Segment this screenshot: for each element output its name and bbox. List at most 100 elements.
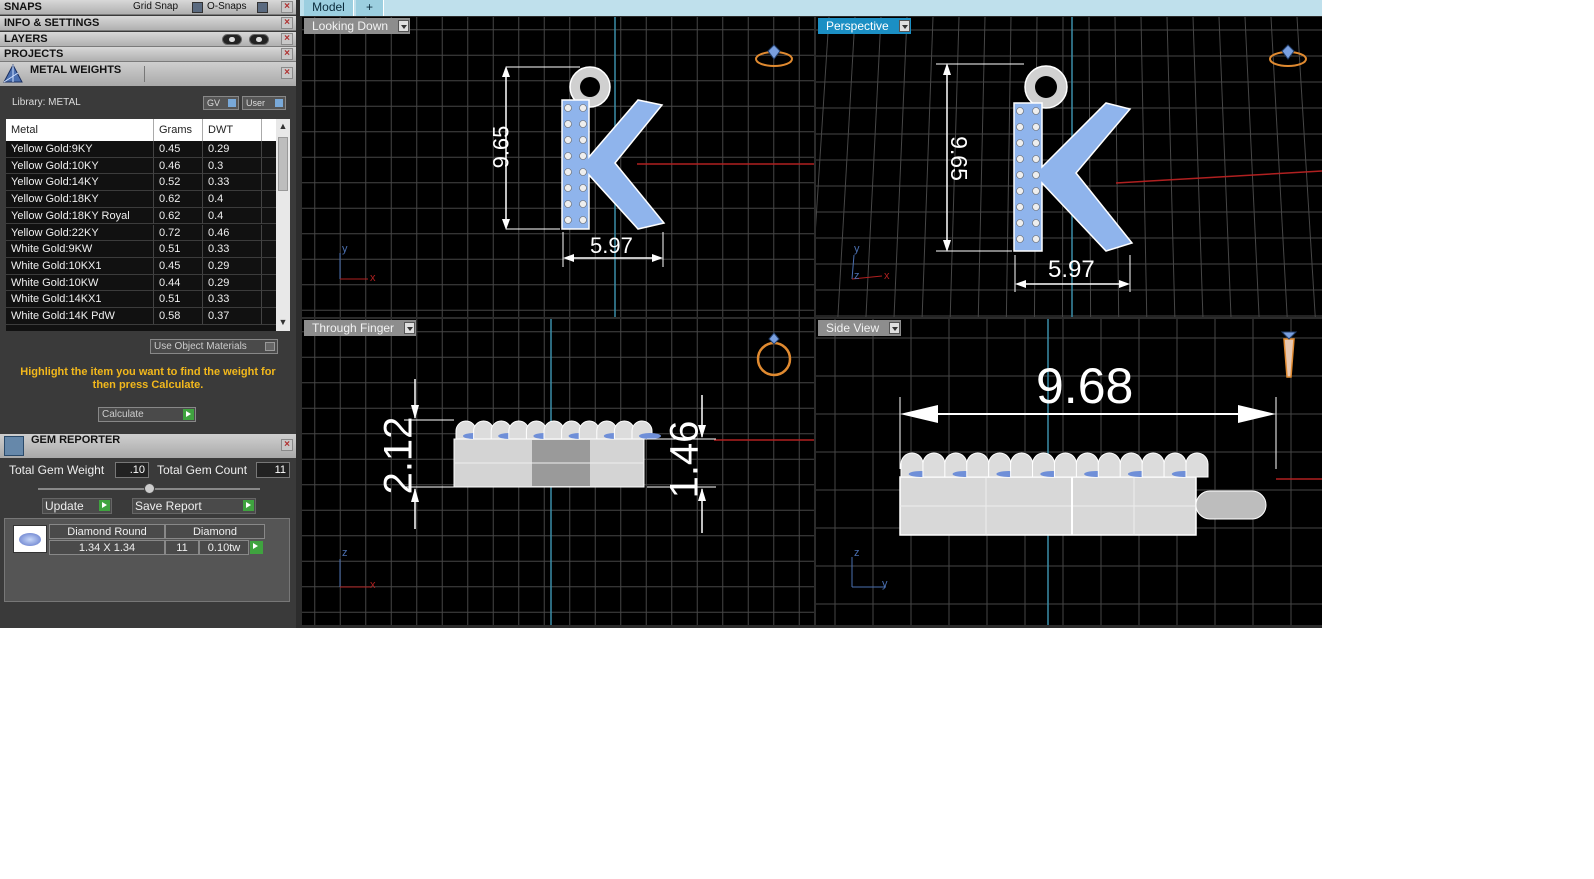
cell-metal: Yellow Gold:14KY: [6, 174, 154, 191]
user-label: User: [246, 98, 266, 108]
viewport-label[interactable]: Side View: [818, 320, 902, 336]
tab-model[interactable]: Model: [304, 0, 354, 16]
table-row[interactable]: Yellow Gold:10KY 0.46 0.3: [6, 157, 276, 175]
cell-grams: 0.62: [154, 207, 203, 224]
cell-grams: 0.62: [154, 191, 203, 208]
save-report-button[interactable]: Save Report: [132, 498, 256, 514]
cell-metal: White Gold:14K PdW: [6, 308, 154, 324]
metal-weights-body: Library: METAL GV User Metal Grams DWT Y…: [0, 86, 296, 434]
scroll-up-icon[interactable]: ▲: [278, 121, 288, 133]
close-icon[interactable]: ×: [281, 48, 293, 60]
projects-title: PROJECTS: [4, 48, 64, 60]
cell-dwt: 0.4: [203, 191, 262, 208]
dimension-height: 9.65: [488, 125, 514, 169]
calculate-label: Calculate: [102, 409, 144, 420]
cell-metal: White Gold:10KW: [6, 274, 154, 291]
table-row[interactable]: Yellow Gold:22KY 0.72 0.46: [6, 224, 276, 242]
axis-label-v: z: [342, 547, 348, 559]
table-row[interactable]: White Gold:9KW 0.51 0.33: [6, 241, 276, 258]
grid-snap-toggle[interactable]: [192, 2, 203, 13]
chevron-down-icon[interactable]: [889, 322, 901, 334]
dimension-length: 9.68: [1036, 358, 1134, 414]
eye-icon[interactable]: [249, 34, 269, 45]
eye-closed-icon[interactable]: [222, 34, 242, 45]
snaps-header[interactable]: SNAPS Grid Snap O-Snaps ×: [0, 0, 296, 15]
cell-dwt: 0.33: [203, 241, 262, 258]
gem-slider[interactable]: [38, 483, 260, 494]
gem-list-item[interactable]: Diamond Round Diamond 1.34 X 1.34 11 0.1…: [4, 518, 290, 602]
table-row[interactable]: White Gold:10KX1 0.45 0.29: [6, 257, 276, 275]
scroll-down-icon[interactable]: ▼: [278, 317, 288, 329]
update-button[interactable]: Update: [42, 498, 112, 514]
close-icon[interactable]: ×: [281, 1, 293, 13]
instruction-text: Highlight the item you want to find the …: [20, 366, 276, 391]
cell-dwt: 0.37: [203, 308, 262, 324]
user-toggle[interactable]: User: [242, 96, 286, 110]
grid-snap-label[interactable]: Grid Snap: [133, 0, 178, 14]
add-tab-button[interactable]: +: [356, 0, 384, 16]
chevron-down-icon[interactable]: [398, 20, 410, 32]
viewport-side-view[interactable]: Side View 9.68 z y: [816, 319, 1322, 625]
gv-toggle[interactable]: GV: [203, 96, 239, 110]
viewport-label-active[interactable]: Perspective: [818, 18, 911, 34]
column-header-metal[interactable]: Metal: [6, 119, 154, 141]
calculate-button[interactable]: Calculate: [98, 407, 196, 422]
gem-type: Diamond: [165, 524, 265, 539]
viewport-title: Side View: [826, 321, 880, 335]
close-icon[interactable]: ×: [281, 67, 293, 79]
axis-label-h: y: [882, 578, 888, 590]
cell-dwt: 0.33: [203, 174, 262, 191]
info-settings-header[interactable]: INFO & SETTINGS ×: [0, 16, 296, 31]
column-header-grams[interactable]: Grams: [154, 119, 203, 141]
o-snaps-toggle[interactable]: [257, 2, 268, 13]
column-header-dwt[interactable]: DWT: [203, 119, 262, 141]
info-icon: [228, 99, 236, 107]
layers-header[interactable]: LAYERS ×: [0, 32, 296, 47]
o-snaps-label[interactable]: O-Snaps: [207, 0, 246, 14]
metal-table[interactable]: Metal Grams DWT Yellow Gold:9KY 0.45 0.29 Y…: [6, 119, 290, 331]
prong-row: [455, 420, 661, 440]
table-scrollbar[interactable]: ▲ ▼: [276, 119, 290, 331]
chevron-down-icon[interactable]: [898, 20, 910, 32]
viewport-perspective[interactable]: Perspective 9.65 5.97 y x z: [816, 17, 1322, 317]
gem-reporter-body: Total Gem Weight .10 Total Gem Count 11 …: [0, 458, 296, 628]
save-report-label: Save Report: [135, 499, 202, 513]
dimension-width: 5.97: [1048, 256, 1095, 283]
table-row[interactable]: Yellow Gold:18KY Royal 0.62 0.4: [6, 207, 276, 225]
cell-metal: Yellow Gold:10KY: [6, 157, 154, 174]
table-row[interactable]: Yellow Gold:18KY 0.62 0.4: [6, 191, 276, 208]
axis-label-h: x: [370, 272, 376, 284]
gem-shape: Diamond Round: [49, 524, 165, 539]
close-icon[interactable]: ×: [281, 33, 293, 45]
cell-grams: 0.45: [154, 257, 203, 274]
viewport-looking-down[interactable]: Looking Down 9.65 5.97 y x: [302, 17, 814, 317]
chevron-down-icon[interactable]: [404, 322, 416, 334]
metal-weights-header[interactable]: METAL WEIGHTS ×: [0, 62, 296, 86]
cell-metal: White Gold:14KX1: [6, 291, 154, 308]
scroll-thumb[interactable]: [278, 137, 288, 191]
library-label: Library: METAL: [12, 97, 81, 108]
use-object-materials-checkbox[interactable]: Use Object Materials: [150, 339, 278, 354]
play-icon[interactable]: [250, 541, 263, 554]
cell-metal: White Gold:10KX1: [6, 257, 154, 274]
table-row[interactable]: Yellow Gold:9KY 0.45 0.29: [6, 141, 276, 158]
viewport-label[interactable]: Looking Down: [304, 18, 411, 34]
table-row[interactable]: White Gold:10KW 0.44 0.29: [6, 274, 276, 292]
table-row[interactable]: White Gold:14KX1 0.51 0.33: [6, 291, 276, 308]
slider-knob[interactable]: [144, 483, 155, 494]
viewport-label[interactable]: Through Finger: [304, 320, 417, 336]
pendant-side-model[interactable]: [453, 420, 661, 488]
cell-metal: Yellow Gold:22KY: [6, 224, 154, 241]
cell-grams: 0.52: [154, 174, 203, 191]
table-row[interactable]: Yellow Gold:14KY 0.52 0.33: [6, 174, 276, 192]
gem-reporter-header[interactable]: GEM REPORTER ×: [0, 434, 296, 458]
total-gem-weight-label: Total Gem Weight: [9, 463, 105, 477]
total-gem-weight-value: .10: [115, 462, 149, 478]
projects-header[interactable]: PROJECTS ×: [0, 47, 296, 62]
table-row[interactable]: White Gold:14K PdW 0.58 0.37: [6, 308, 276, 325]
cell-dwt: 0.4: [203, 207, 262, 224]
close-icon[interactable]: ×: [281, 17, 293, 29]
cell-grams: 0.46: [154, 157, 203, 174]
viewport-through-finger[interactable]: Through Finger 2.12 1.46 z x: [302, 319, 814, 625]
close-icon[interactable]: ×: [281, 439, 293, 451]
